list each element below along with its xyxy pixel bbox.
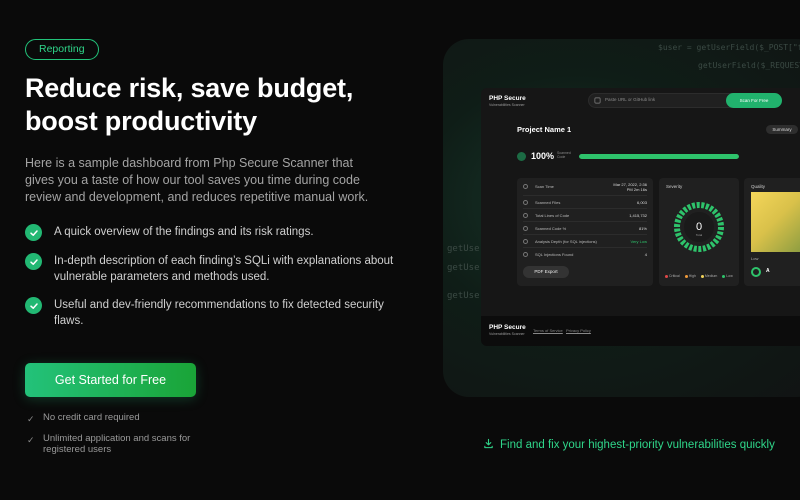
stat-label: Analysis Depth (for SQL injections) [535, 239, 597, 244]
code-icon [523, 213, 528, 218]
quality-title: Quality [751, 184, 766, 189]
footer-brand: PHP Secure Vulnerabilities Scanner [489, 324, 526, 336]
link-icon [594, 97, 601, 104]
stat-label: Scan Time [535, 184, 554, 189]
url-input[interactable]: Paste URL or GitHub link Scan For Free [588, 93, 782, 108]
quality-low-label: Low [751, 256, 759, 261]
stat-label: Scanned Files [535, 200, 561, 205]
check-circle-icon [25, 224, 42, 241]
reporting-badge: Reporting [25, 39, 99, 60]
stat-value: Very Low [630, 239, 647, 244]
quality-grade: A [766, 268, 770, 274]
summary-tab[interactable]: Summary [766, 125, 798, 134]
stat-row: Total Lines of Code 1,415,732 [523, 211, 647, 222]
feature-item: In-depth description of each finding’s S… [25, 253, 405, 285]
bug-icon [523, 252, 528, 257]
brand-name: PHP Secure [489, 95, 526, 102]
note-text: No credit card required [43, 412, 140, 423]
legend-high: High [684, 274, 696, 278]
get-started-button[interactable]: Get Started for Free [25, 363, 196, 397]
quality-gradient [751, 192, 800, 252]
percent-icon [523, 226, 528, 231]
stat-row: Scanned Code % 81% [523, 224, 647, 235]
intro-paragraph: Here is a sample dashboard from Php Secu… [25, 156, 369, 204]
severity-donut: 0 Total [674, 202, 724, 252]
note-item: ✓ Unlimited application and scans for re… [27, 433, 227, 455]
stat-label: Total Lines of Code [535, 213, 570, 218]
code-line: getUserField($_REQUEST["field"]); [698, 61, 800, 70]
feature-text: In-depth description of each finding’s S… [54, 255, 394, 283]
severity-title: Severity [666, 184, 683, 189]
terms-link[interactable]: Terms of Service [533, 328, 563, 333]
scan-for-free-button[interactable]: Scan For Free [726, 93, 782, 108]
stat-label: Scanned Code % [535, 226, 567, 231]
stat-label: SQL Injections Found [535, 252, 574, 257]
url-placeholder: Paste URL or GitHub link [605, 97, 656, 102]
stat-value: 6,003 [636, 200, 647, 205]
feature-item: A quick overview of the findings and its… [25, 224, 405, 241]
stats-card: Scan Time Mar 27, 2022, 2:36 PM 2m 16s S… [517, 178, 653, 286]
cta-notes: ✓ No credit card required ✓ Unlimited ap… [27, 412, 227, 463]
scan-progress-fill [579, 154, 739, 159]
code-line: getUser [447, 263, 485, 273]
grade-icon [751, 267, 761, 277]
note-item: ✓ No credit card required [27, 412, 227, 425]
check-icon: ✓ [27, 435, 35, 445]
dashboard-footer: PHP Secure Vulnerabilities Scanner Terms… [481, 316, 800, 346]
code-line: $user = getUserField($_POST["field"]); [658, 43, 800, 52]
legend-medium: Medium [700, 274, 717, 278]
depth-icon [523, 239, 528, 244]
clock-icon [523, 184, 528, 189]
note-text: Unlimited application and scans for regi… [43, 433, 191, 455]
privacy-link[interactable]: Privacy Policy [566, 328, 591, 333]
legend-low: Low [722, 274, 733, 278]
dashboard-preview: PHP Secure Vulnerabilities Scanner Paste… [481, 88, 800, 346]
feature-text: A quick overview of the findings and its… [54, 226, 314, 238]
footer-brand-name: PHP Secure [489, 324, 526, 331]
footer-brand-subtitle: Vulnerabilities Scanner [489, 332, 525, 336]
stat-row: SQL Injections Found 4 [523, 250, 647, 261]
stat-row: Analysis Depth (for SQL injections) Very… [523, 237, 647, 248]
check-circle-icon [25, 297, 42, 314]
project-title: Project Name 1 [517, 125, 572, 134]
dashboard-brand: PHP Secure Vulnerabilities Scanner [489, 95, 526, 107]
caption-text: Find and fix your highest-priority vulne… [500, 439, 775, 451]
scan-score: 100% [531, 151, 555, 161]
stat-value: 81% [638, 226, 647, 231]
quality-card: Quality Low A [744, 178, 800, 286]
stat-value: 4 [644, 252, 647, 257]
severity-card: Severity 0 Total Critical High Medium Lo… [659, 178, 739, 286]
shield-icon [517, 152, 526, 161]
stat-value: 1,415,732 [629, 213, 647, 218]
dashboard-topbar: PHP Secure Vulnerabilities Scanner Paste… [481, 88, 800, 114]
severity-legend: Critical High Medium Low [665, 274, 737, 278]
feature-item: Useful and dev-friendly recommendations … [25, 297, 405, 329]
legend-critical: Critical [665, 274, 680, 278]
headline: Reduce risk, save budget, boost producti… [25, 73, 354, 136]
showcase-caption: Find and fix your highest-priority vulne… [483, 438, 775, 451]
download-icon [484, 438, 493, 449]
file-icon [523, 200, 528, 205]
pdf-export-button[interactable]: PDF Export [523, 266, 569, 278]
scan-score-label: Scanned Code [557, 151, 571, 159]
stat-value: Mar 27, 2022, 2:36 PM 2m 16s [613, 182, 647, 192]
severity-total-label: Total [696, 233, 703, 237]
feature-list: A quick overview of the findings and its… [25, 224, 405, 341]
hero-section: Reporting Reduce risk, save budget, boos… [25, 0, 425, 500]
check-circle-icon [25, 253, 42, 270]
stat-row: Scan Time Mar 27, 2022, 2:36 PM 2m 16s [523, 182, 647, 196]
code-line: getUser [447, 291, 485, 301]
check-icon: ✓ [27, 414, 35, 424]
stat-row: Scanned Files 6,003 [523, 198, 647, 209]
severity-total: 0 [696, 221, 702, 233]
scan-progress-bar [579, 154, 739, 159]
feature-text: Useful and dev-friendly recommendations … [54, 299, 384, 327]
brand-subtitle: Vulnerabilities Scanner [489, 103, 525, 107]
